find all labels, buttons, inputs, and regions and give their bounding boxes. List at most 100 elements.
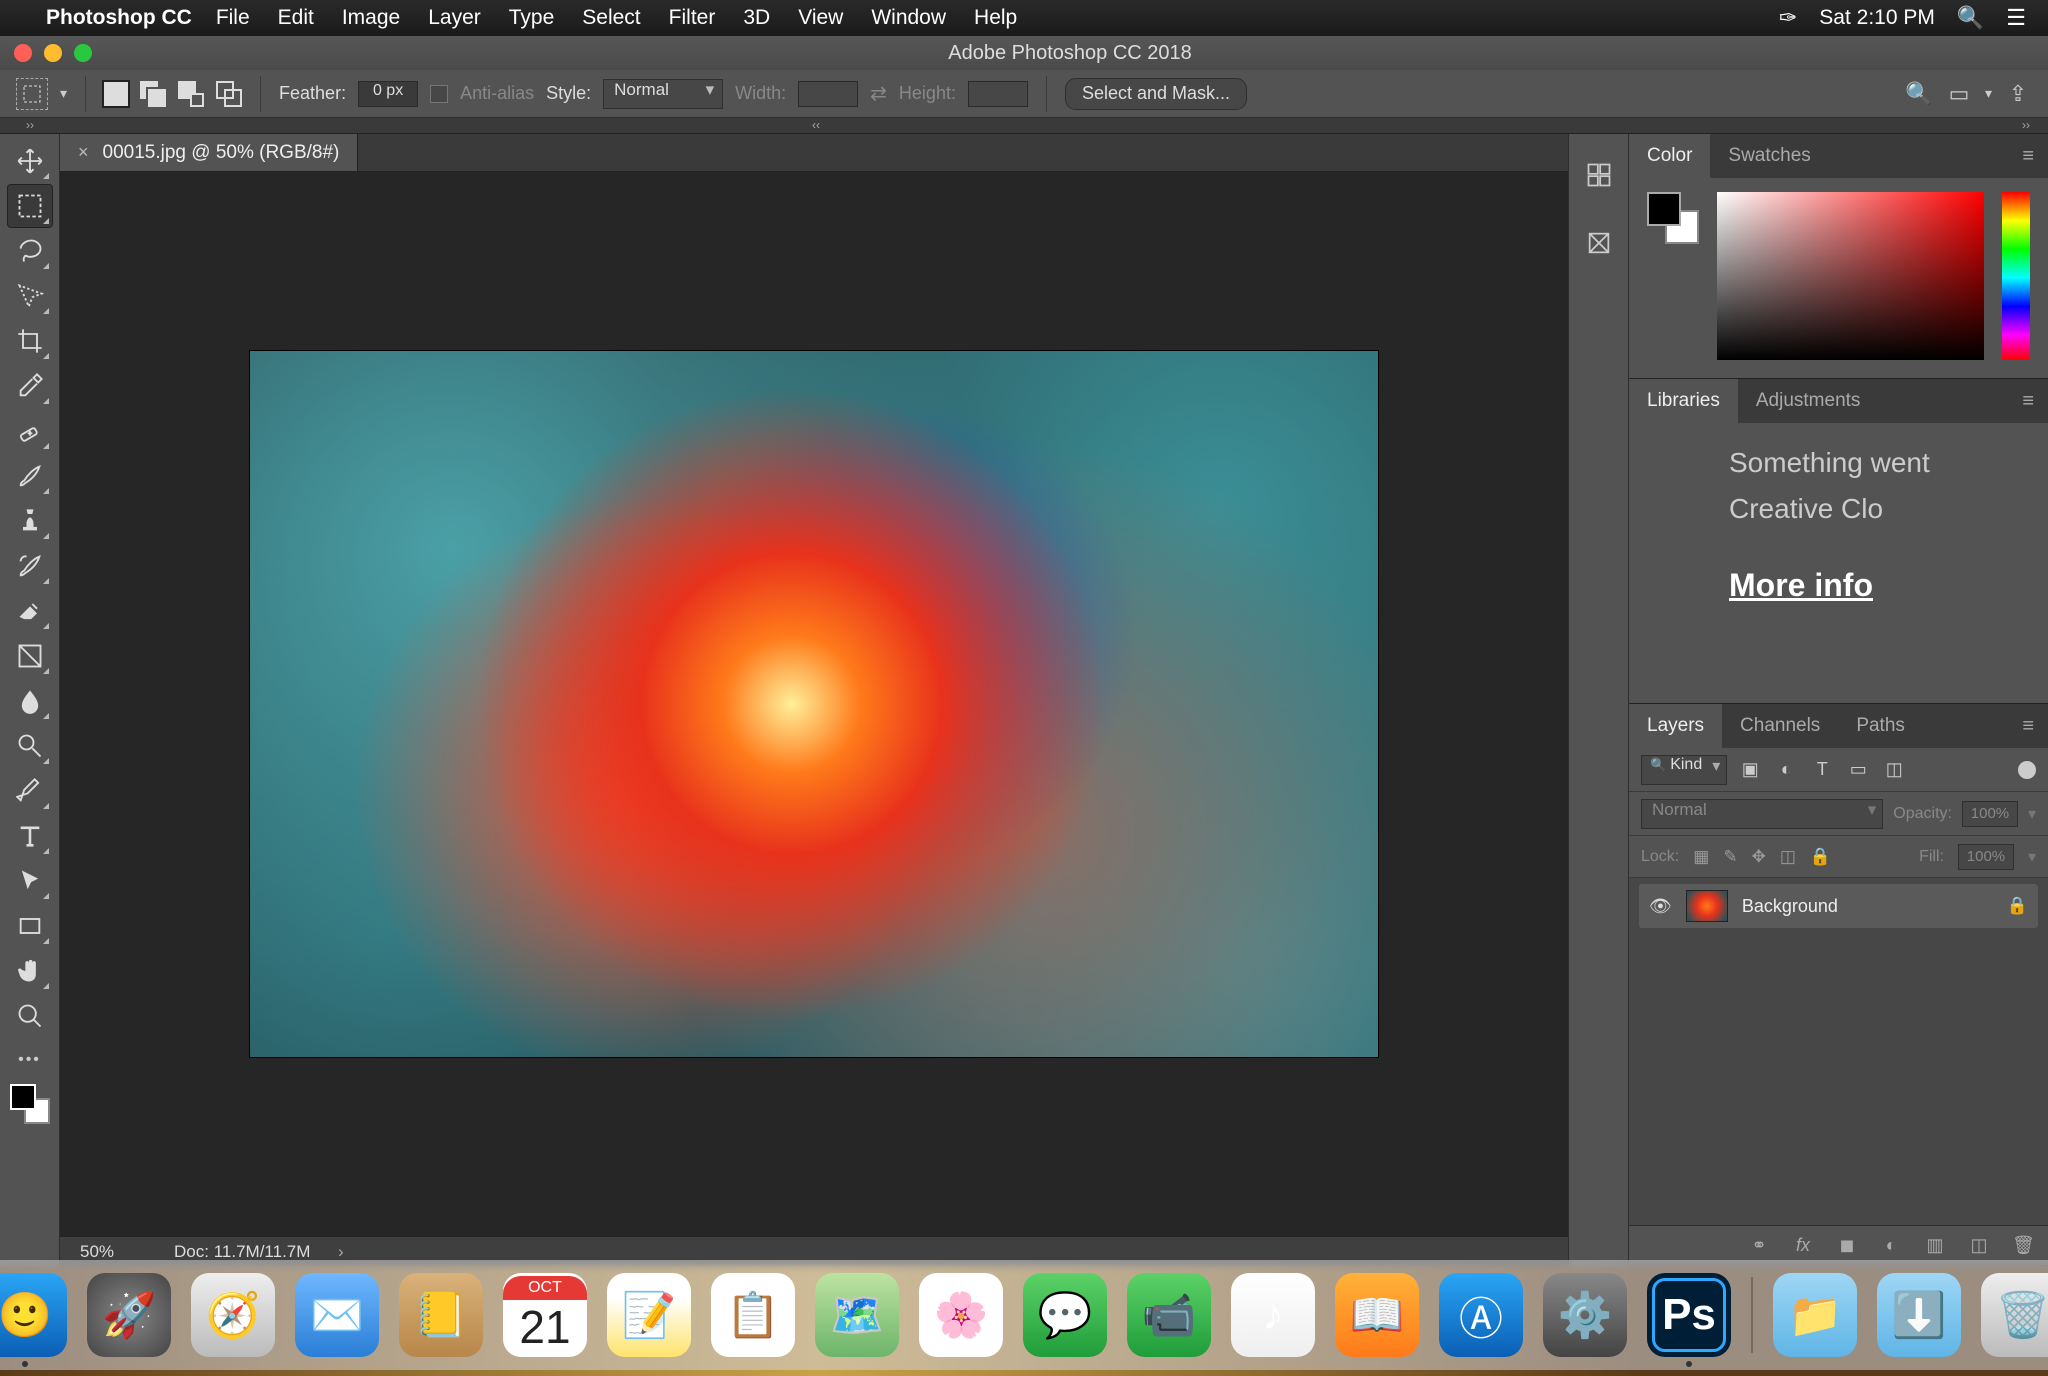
marquee-tool[interactable] [8, 185, 52, 227]
fill-input[interactable]: 100% [1958, 844, 2014, 870]
status-docsize[interactable]: Doc: 11.7M/11.7M [174, 1242, 310, 1261]
menu-filter[interactable]: Filter [669, 6, 716, 30]
selection-subtract-icon[interactable] [178, 81, 204, 107]
menu-select[interactable]: Select [582, 6, 640, 30]
menu-extra-icon[interactable]: ✑ [1779, 5, 1797, 31]
adjustment-layer-icon[interactable]: ◐ [1880, 1235, 1902, 1256]
menu-help[interactable]: Help [974, 6, 1017, 30]
blur-tool[interactable] [8, 680, 52, 722]
path-select-tool[interactable] [8, 860, 52, 902]
filter-toggle[interactable] [2018, 761, 2036, 779]
dock-trash[interactable]: 🗑️ [1981, 1273, 2048, 1357]
brush-tool[interactable] [8, 455, 52, 497]
history-brush-tool[interactable] [8, 545, 52, 587]
filter-pixel-icon[interactable]: ▣ [1737, 759, 1763, 780]
rectangle-tool[interactable] [8, 905, 52, 947]
filter-smart-icon[interactable]: ◫ [1881, 759, 1907, 780]
lock-paint-icon[interactable]: ✎ [1723, 847, 1737, 867]
spotlight-icon[interactable]: 🔍 [1957, 5, 1984, 31]
menu-3d[interactable]: 3D [743, 6, 770, 30]
zoom-tool[interactable] [8, 995, 52, 1037]
lock-transparent-icon[interactable]: ▦ [1693, 847, 1709, 867]
eraser-tool[interactable] [8, 590, 52, 632]
menu-view[interactable]: View [798, 6, 843, 30]
tab-layers[interactable]: Layers [1629, 704, 1722, 748]
window-close-button[interactable] [14, 44, 32, 62]
workspace-switcher-icon[interactable]: ▭ [1945, 80, 1973, 108]
tool-preset-picker[interactable] [16, 78, 48, 110]
dock-calendar[interactable]: OCT21 [503, 1273, 587, 1357]
foreground-background-swatch[interactable] [8, 1082, 52, 1126]
collapse-dock-icon[interactable]: ‹‹ [812, 118, 820, 133]
menu-window[interactable]: Window [871, 6, 946, 30]
dock-photoshop[interactable]: Ps [1647, 1273, 1731, 1357]
quick-select-tool[interactable] [8, 275, 52, 317]
feather-input[interactable]: 0 px [358, 81, 418, 107]
document-tab[interactable]: × 00015.jpg @ 50% (RGB/8#) [60, 134, 358, 171]
eyedropper-tool[interactable] [8, 365, 52, 407]
color-hue-slider[interactable] [2002, 192, 2030, 360]
dock-itunes[interactable]: ♪ [1231, 1273, 1315, 1357]
layer-group-icon[interactable]: ▥ [1924, 1235, 1946, 1256]
dock-launchpad[interactable]: 🚀 [87, 1273, 171, 1357]
share-icon[interactable]: ⇪ [2004, 80, 2032, 108]
window-zoom-button[interactable] [74, 44, 92, 62]
expand-toolbox-icon[interactable]: ›› [0, 118, 60, 133]
pen-tool[interactable] [8, 770, 52, 812]
blend-mode-select[interactable]: Normal [1641, 799, 1883, 829]
properties-panel-icon[interactable] [1582, 226, 1616, 260]
layer-mask-icon[interactable]: ◼ [1836, 1235, 1858, 1256]
select-and-mask-button[interactable]: Select and Mask... [1065, 78, 1247, 110]
panel-menu-icon[interactable]: ≡ [2008, 379, 2048, 423]
filter-type-icon[interactable]: T [1809, 759, 1835, 780]
lasso-tool[interactable] [8, 230, 52, 272]
libraries-more-info-link[interactable]: More info [1729, 567, 1873, 604]
menu-edit[interactable]: Edit [278, 6, 314, 30]
selection-new-icon[interactable] [104, 82, 128, 106]
dock-facetime[interactable]: 📹 [1127, 1273, 1211, 1357]
color-saturation-field[interactable] [1717, 192, 1984, 360]
history-panel-icon[interactable] [1582, 158, 1616, 192]
notifications-icon[interactable]: ☰ [2006, 5, 2026, 31]
filter-adjust-icon[interactable]: ◐ [1773, 759, 1799, 780]
window-minimize-button[interactable] [44, 44, 62, 62]
selection-add-icon[interactable] [140, 81, 166, 107]
selection-intersect-icon[interactable] [216, 81, 242, 107]
type-tool[interactable] [8, 815, 52, 857]
layer-visibility-icon[interactable]: 👁 [1649, 896, 1672, 917]
clone-stamp-tool[interactable] [8, 500, 52, 542]
opacity-input[interactable]: 100% [1962, 801, 2018, 827]
dodge-tool[interactable] [8, 725, 52, 767]
dock-reminders[interactable]: 📋 [711, 1273, 795, 1357]
new-layer-icon[interactable]: ◫ [1968, 1235, 1990, 1256]
dock-ibooks[interactable]: 📖 [1335, 1273, 1419, 1357]
chevron-down-icon[interactable]: ▾ [1985, 85, 1992, 102]
layer-thumbnail[interactable] [1686, 890, 1728, 922]
menubar-datetime[interactable]: Sat 2:10 PM [1819, 6, 1935, 30]
style-select[interactable]: Normal [603, 79, 723, 109]
dock-finder[interactable]: 🙂 [0, 1273, 67, 1357]
menu-layer[interactable]: Layer [428, 6, 481, 30]
expand-panels-icon[interactable]: ›› [2022, 118, 2030, 133]
dock-contacts[interactable]: 📒 [399, 1273, 483, 1357]
color-fgbg-well[interactable] [1647, 192, 1699, 244]
healing-brush-tool[interactable] [8, 410, 52, 452]
lock-all-icon[interactable]: 🔒 [1810, 847, 1831, 867]
crop-tool[interactable] [8, 320, 52, 362]
app-menu[interactable]: Photoshop CC [46, 6, 192, 30]
dock-mail[interactable]: ✉️ [295, 1273, 379, 1357]
dock-safari[interactable]: 🧭 [191, 1273, 275, 1357]
delete-layer-icon[interactable]: 🗑 [2012, 1235, 2034, 1256]
layer-style-icon[interactable]: fx [1792, 1235, 1814, 1256]
lock-position-icon[interactable]: ✥ [1752, 847, 1766, 867]
layer-filter-kind-select[interactable]: Kind [1641, 755, 1727, 785]
tab-libraries[interactable]: Libraries [1629, 379, 1738, 423]
dock-notes[interactable]: 📝 [607, 1273, 691, 1357]
canvas-viewport[interactable] [60, 172, 1568, 1236]
lock-artboard-icon[interactable]: ◫ [1780, 847, 1796, 867]
tab-swatches[interactable]: Swatches [1710, 134, 1828, 178]
search-icon[interactable]: 🔍 [1905, 80, 1933, 108]
tab-paths[interactable]: Paths [1838, 704, 1923, 748]
chevron-right-icon[interactable]: › [314, 1242, 343, 1261]
gradient-tool[interactable] [8, 635, 52, 677]
